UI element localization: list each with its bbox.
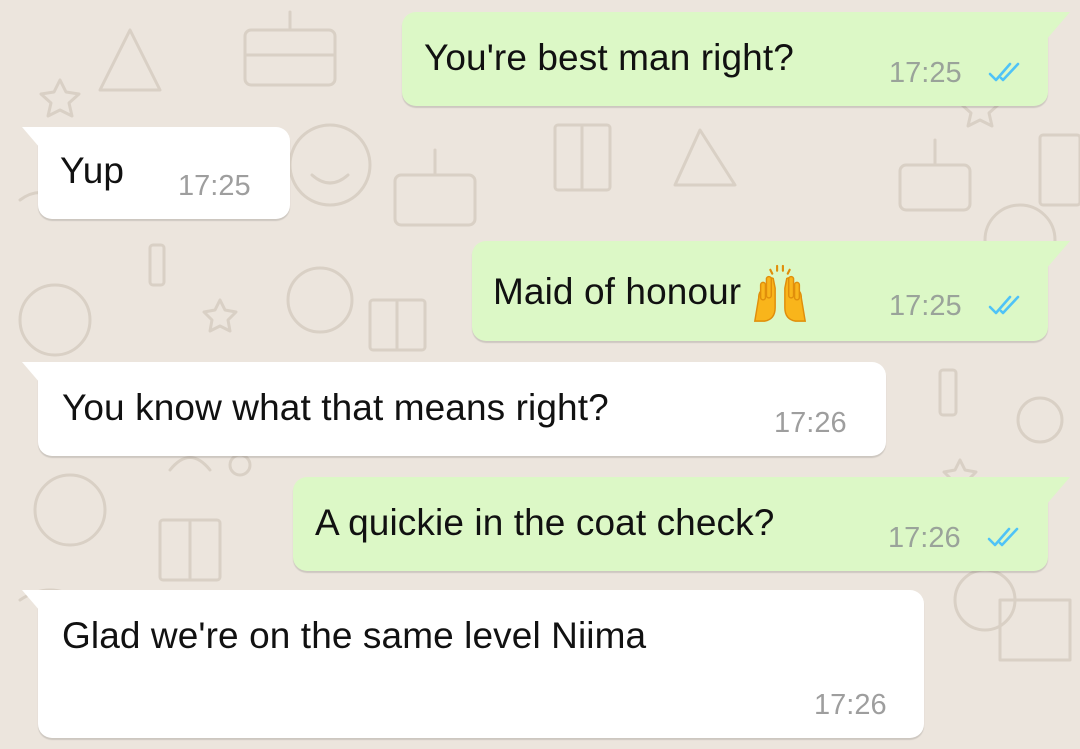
- bubble-tail: [22, 590, 56, 618]
- message-text-content: Maid of honour: [493, 270, 742, 312]
- double-check-icon: [988, 295, 1020, 315]
- message-timestamp: 17:25: [178, 170, 251, 202]
- message-text: Maid of honour: [493, 263, 811, 325]
- message-timestamp: 17:26: [888, 522, 961, 554]
- bubble-tail: [1036, 12, 1070, 40]
- message-timestamp: 17:25: [889, 290, 962, 322]
- outgoing-message[interactable]: You're best man right? 17:25: [402, 12, 1070, 106]
- message-text: You know what that means right?: [62, 387, 609, 428]
- outgoing-message[interactable]: A quickie in the coat check? 17:26: [293, 477, 1070, 571]
- raising-hands-emoji: [754, 264, 807, 322]
- message-text: A quickie in the coat check?: [315, 502, 775, 543]
- incoming-message[interactable]: You know what that means right? 17:26: [22, 362, 886, 456]
- bubble-tail: [22, 362, 56, 390]
- incoming-message[interactable]: Yup 17:25: [22, 127, 290, 219]
- message-text: Yup: [60, 150, 125, 191]
- message-timestamp: 17:26: [814, 689, 887, 721]
- bubble-tail: [1036, 477, 1070, 505]
- incoming-message[interactable]: Glad we're on the same level Niima 17:26: [22, 590, 924, 738]
- message-timestamp: 17:26: [774, 407, 847, 439]
- bubble-tail: [1036, 241, 1070, 269]
- message-timestamp: 17:25: [889, 57, 962, 89]
- bubble-tail: [22, 127, 56, 155]
- chat-conversation: You're best man right? 17:25 Yup 17:25 M…: [0, 0, 1080, 749]
- message-text: Glad we're on the same level Niima: [62, 615, 647, 656]
- outgoing-message[interactable]: Maid of honour 17:25: [472, 241, 1070, 341]
- message-text: You're best man right?: [424, 37, 794, 78]
- double-check-icon: [988, 62, 1020, 82]
- double-check-icon: [987, 527, 1019, 547]
